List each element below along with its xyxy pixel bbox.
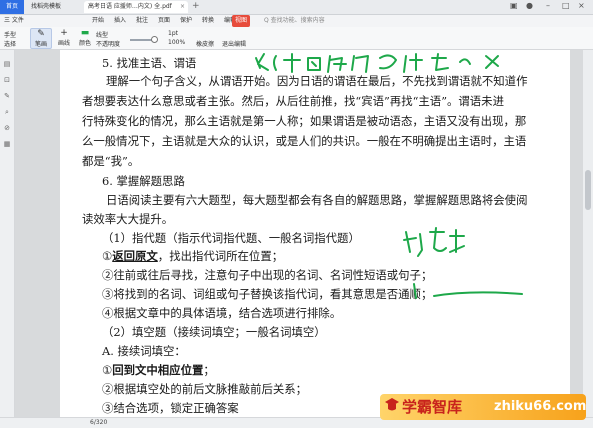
opacity-label[interactable]: 不透明度 xyxy=(96,39,120,48)
paragraph-line: 理解一个句子含义，从谓语开始。因为日语的谓语在最后，不先找到谓语就不知道作 xyxy=(106,74,528,88)
list-item-prefix: ① xyxy=(102,363,113,377)
watermark-banner: 学霸智库 zhiku66.com xyxy=(380,394,586,420)
handwriting-annotation-middle xyxy=(403,227,465,257)
left-sidebar: ▤ ⊡ ✎ ⌕ ⊘ ▦ xyxy=(0,50,15,417)
search-input[interactable]: Q 查找功能、搜索内容 xyxy=(264,16,325,26)
menu-convert[interactable]: 转换 xyxy=(202,15,214,27)
annotation-toolbar: 手型 选择 ✎ 笔画 + 画线 ▬ 颜色 线型 不透明度 1pt 100% 橡皮… xyxy=(0,27,593,50)
paragraph-line: 者想要表达什么意思或者主张。然后，从后往前推，找“宾语”再找“主语”。谓语未进 xyxy=(82,94,504,108)
line-style-label[interactable]: 线型 xyxy=(96,30,108,39)
list-item-emphasis: 回到文中相应位置 xyxy=(112,363,204,377)
menu-page[interactable]: 页面 xyxy=(158,15,170,27)
list-item: ①返回原文，找出指代词所在位置； xyxy=(102,249,283,263)
line-tool[interactable]: + 画线 xyxy=(54,28,74,47)
add-tab-button[interactable]: + xyxy=(192,1,200,11)
line-tool-label: 画线 xyxy=(57,40,70,47)
avatar[interactable]: ● xyxy=(526,1,533,10)
tab-document-label: 高考日语 应援师…内文) 全.pdf xyxy=(88,3,172,10)
eraser-tool[interactable]: 橡皮擦 xyxy=(196,39,214,48)
color-icon: ▬ xyxy=(80,28,90,38)
hand-tool[interactable]: 手型 xyxy=(4,30,16,39)
tab-document[interactable]: 高考日语 应援师…内文) 全.pdf × xyxy=(84,1,188,13)
paragraph-line: 日语阅读主要有六大题型，每大题型都会有各自的解题思路，掌握解题思路将会使阅 xyxy=(106,193,528,207)
layers-icon[interactable]: ▦ xyxy=(3,140,11,148)
menu-home[interactable]: 开始 xyxy=(92,15,104,27)
heading-6: 6. 掌握解题思路 xyxy=(102,174,185,188)
menu-view[interactable]: 视图 xyxy=(232,15,251,27)
exit-edit-button[interactable]: 退出编辑 xyxy=(222,39,246,48)
opacity-value[interactable]: 100% xyxy=(168,39,185,46)
tab-home[interactable]: 首页 xyxy=(0,0,24,14)
subheading-1: （1）指代题（指示代词指代题、一般名词指代题） xyxy=(102,231,360,245)
menu-file[interactable]: 三 文件 xyxy=(4,15,24,27)
color-tool[interactable]: ▬ 颜色 xyxy=(76,28,94,47)
list-item: ②根据填空处的前后文脉推敲前后关系； xyxy=(102,382,308,396)
size-slider-knob[interactable] xyxy=(151,36,158,43)
tab-template-label: 找稻壳模板 xyxy=(31,3,62,10)
plus-icon: + xyxy=(60,28,68,38)
paragraph-line: 行特殊变化的情况，那么主语就是第一人称；如果谓语是被动语态，主语又没有出现，那 xyxy=(82,114,527,128)
pen-icon: ✎ xyxy=(37,29,45,39)
menu-protect[interactable]: 保护 xyxy=(180,15,192,27)
paragraph-line: 读效率大大提升。 xyxy=(82,212,174,226)
list-item-emphasis: 返回原文 xyxy=(112,249,158,263)
paragraph-line: 都是“我”。 xyxy=(82,154,140,168)
vertical-scrollbar[interactable] xyxy=(583,50,593,417)
select-tool[interactable]: 选择 xyxy=(4,39,16,48)
graduation-cap-icon xyxy=(385,398,399,411)
account-icon[interactable]: ▣ xyxy=(510,1,518,10)
subheading-a: A. 接续词填空： xyxy=(102,344,186,358)
list-item-suffix: ，找出指代词所在位置； xyxy=(157,249,284,263)
size-value[interactable]: 1pt xyxy=(168,30,178,37)
maximize-icon[interactable]: □ xyxy=(562,1,570,10)
scrollbar-thumb[interactable] xyxy=(585,170,591,210)
attachment-icon[interactable]: ⊘ xyxy=(3,124,11,132)
document-page: 5. 找准主语、谓语 理解一个句子含义，从谓语开始。因为日语的谓语在最后，不先找… xyxy=(60,50,570,417)
paragraph-line: 么一般情况下，主语就是大众的认识，或是人们的共识。一般在不明确提出主语时，主语 xyxy=(82,134,527,148)
watermark-url: zhiku66.com xyxy=(494,399,587,414)
handwriting-annotation-top xyxy=(255,53,499,73)
list-item: ④根据文章中的具体语境，结合选项进行排除。 xyxy=(102,306,342,320)
heading-5: 5. 找准主语、谓语 xyxy=(102,56,197,70)
list-item: ③结合选项，锁定正确答案 xyxy=(102,401,239,415)
watermark-brand: 学霸智库 xyxy=(402,398,463,416)
pen-tool-label: 笔画 xyxy=(34,41,47,48)
menu-bar: 三 文件 开始 插入 批注 页面 保护 转换 编辑 视图 Q 查找功能、搜索内容 xyxy=(0,15,593,27)
minimize-icon[interactable]: – xyxy=(546,1,550,10)
color-tool-label: 颜色 xyxy=(78,40,91,47)
list-item: ①回到文中相应位置； xyxy=(102,363,215,377)
pen-tool[interactable]: ✎ 笔画 xyxy=(30,28,52,49)
tab-template[interactable]: 找稻壳模板 xyxy=(27,1,83,13)
close-icon[interactable]: × xyxy=(180,1,185,13)
list-item: ③将找到的名词、词组或句子替换该指代词，看其意思是否通顺； xyxy=(102,287,433,301)
handwriting-annotation-underline xyxy=(413,283,523,299)
title-bar: 首页 找稻壳模板 高考日语 应援师…内文) 全.pdf × + ▣ ● – □ … xyxy=(0,0,593,15)
bookmark-icon[interactable]: ⊡ xyxy=(3,76,11,84)
list-item-prefix: ① xyxy=(102,249,113,263)
annotation-icon[interactable]: ✎ xyxy=(3,92,11,100)
thumbnail-icon[interactable]: ▤ xyxy=(3,60,11,68)
list-item: ②往前或往后寻找，注意句子中出现的名词、名词性短语或句子； xyxy=(102,268,433,282)
list-item-suffix: ； xyxy=(203,363,215,377)
subheading-2: （2）填空题（接续词填空；一般名词填空） xyxy=(102,325,326,339)
window-close-icon[interactable]: × xyxy=(578,1,585,10)
menu-comment[interactable]: 批注 xyxy=(136,15,148,27)
menu-insert[interactable]: 插入 xyxy=(114,15,126,27)
search-icon[interactable]: ⌕ xyxy=(3,108,11,116)
